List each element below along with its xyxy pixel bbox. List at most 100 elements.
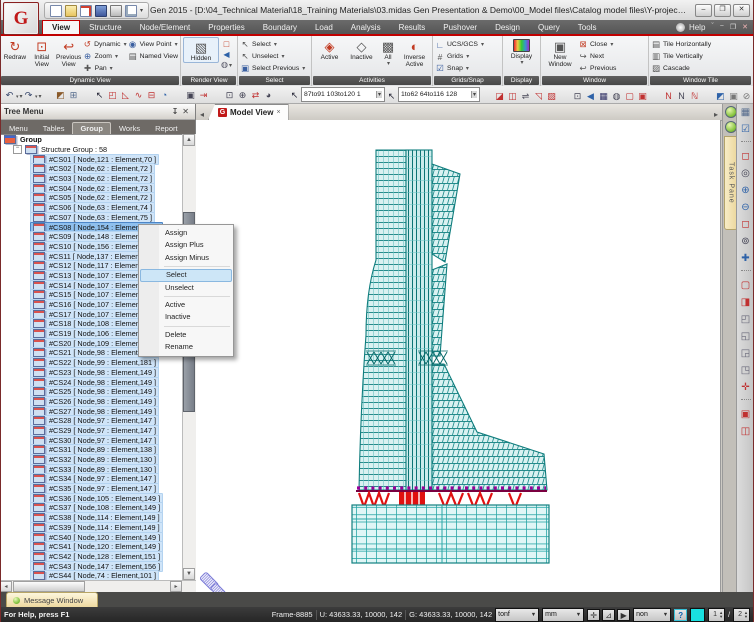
pan-button[interactable]: ✚Pan (83, 63, 127, 74)
ribbon-tab[interactable]: Pushover (434, 20, 486, 34)
render-icon[interactable]: ◍ (610, 90, 623, 103)
find-icon[interactable]: ⊚ (739, 235, 753, 249)
tab-close-icon[interactable]: × (276, 109, 280, 116)
length-unit-select[interactable]: mm▼ (542, 608, 584, 622)
pin-icon[interactable]: ↧ (170, 107, 181, 116)
context-menu-item[interactable]: Active (140, 299, 232, 311)
tile-vertically-button[interactable]: ▥Tile Vertically (651, 51, 711, 62)
tab-nav-left-icon[interactable]: ◂ (196, 110, 208, 120)
tab-nav-right-icon[interactable]: ▸ (710, 110, 722, 120)
ribbon-tab[interactable]: Structure (80, 20, 130, 34)
tree-item[interactable]: #CS29 [ Node,97 : Element,147 ] (0, 426, 182, 436)
hscroll-thumb[interactable] (13, 581, 85, 592)
activate-swap-icon[interactable]: ⇌ (519, 90, 532, 103)
zoom-in-icon[interactable]: ⊕ (739, 184, 753, 198)
tree-item[interactable]: #CS42 [ Node,128 : Element,151 ] (0, 552, 182, 562)
guide-icon[interactable]: ▣ (727, 90, 740, 103)
select-prev-icon[interactable]: ◕ (262, 89, 275, 102)
new-window-icon[interactable]: ▣ (739, 408, 753, 422)
element-number-icon[interactable]: N (675, 90, 688, 103)
initial-view-button[interactable]: ⊡ Initial View (29, 37, 55, 69)
scroll-left-icon[interactable]: ◂ (0, 581, 12, 592)
select-polygon-icon[interactable]: ◺ (119, 89, 132, 102)
iso-view-1-icon[interactable]: ◰ (739, 313, 753, 327)
works-tree-icon[interactable]: ⊞ (67, 89, 80, 102)
qat-dropdown-icon[interactable]: ▾ (140, 7, 143, 14)
display-button[interactable]: Display (505, 37, 538, 67)
select-window-icon[interactable]: ◰ (106, 89, 119, 102)
mdi-close-icon[interactable]: ✕ (740, 23, 750, 31)
select-recent-icon[interactable]: ⇥ (197, 89, 210, 102)
select-inverse-icon[interactable]: ⇄ (249, 89, 262, 102)
select-identity-icon[interactable]: ▣ (184, 89, 197, 102)
context-menu-item[interactable]: Assign (140, 227, 232, 239)
scroll-down-icon[interactable]: ▼ (183, 568, 195, 580)
select-plane-icon[interactable]: ⊟ (145, 89, 158, 102)
tree-item[interactable]: #CS32 [ Node,89 : Element,130 ] (0, 455, 182, 465)
shrink-icon[interactable]: ◀ (584, 90, 597, 103)
print-preview-icon[interactable] (125, 5, 137, 17)
pan-icon[interactable]: ✚ (739, 252, 753, 266)
open-file-icon[interactable] (65, 5, 77, 17)
select-add-icon[interactable]: ⊕ (236, 89, 249, 102)
inactive-button[interactable]: ◇Inactive (346, 37, 377, 61)
ribbon-tab[interactable]: Properties (199, 20, 253, 34)
run-icon[interactable]: ▶ (617, 609, 630, 621)
ucs-plane-icon[interactable]: ⊿ (602, 609, 615, 621)
new-file-icon[interactable] (50, 5, 62, 17)
close-button[interactable]: ✕ (733, 4, 750, 17)
rotate-view-icon[interactable]: ✛ (739, 381, 753, 395)
fast-query-icon[interactable]: ◩ (714, 90, 727, 103)
context-menu-item[interactable] (164, 266, 230, 267)
scroll-up-icon[interactable]: ▲ (183, 134, 195, 146)
ribbon-tab[interactable]: Analysis (342, 20, 390, 34)
tree-item[interactable]: #CS35 [ Node,97 : Element,147 ] (0, 484, 182, 494)
query-button[interactable]: ? (674, 609, 687, 621)
activate-window-icon[interactable]: ◹ (532, 90, 545, 103)
ribbon-tab[interactable]: Results (390, 20, 435, 34)
all-button[interactable]: ▩All (378, 37, 398, 68)
help-dropdown-icon[interactable]: ˇ (709, 23, 715, 31)
new-window-button[interactable]: ▣New Window (543, 37, 577, 69)
ucs-move-icon[interactable]: ✛ (587, 609, 600, 621)
collapse-icon[interactable]: − (13, 145, 22, 154)
snap-mode-select[interactable]: non▼ (633, 608, 671, 622)
dynamic-button[interactable]: ↺Dynamic (83, 39, 127, 50)
snap-check-icon[interactable]: ☑ (739, 123, 753, 137)
tree-root[interactable]: Group (0, 135, 182, 145)
redraw-button[interactable]: ↻ Redraw (2, 37, 28, 61)
tile-horizontally-button[interactable]: ▤Tile Horizontally (651, 39, 711, 50)
model-view-tab[interactable]: G Model View × (208, 104, 289, 120)
display-node-icon[interactable]: ▢ (623, 90, 636, 103)
ribbon-tab[interactable]: View (42, 20, 80, 34)
context-menu-item[interactable]: Inactive (140, 311, 232, 323)
named-view-button[interactable]: ▤Named View (128, 51, 178, 62)
group-tree-icon[interactable]: ◩ (54, 89, 67, 102)
inverse-active-button[interactable]: ◐Inverse Active (399, 37, 430, 69)
zoom-window-icon[interactable]: ◻ (739, 150, 753, 164)
previous-window-button[interactable]: ↩Previous (578, 63, 636, 74)
cascade-button[interactable]: ▨Cascade (651, 63, 711, 74)
number-option-icon[interactable]: ℕ (688, 90, 701, 103)
select-button[interactable]: ↖Select (240, 39, 305, 50)
ribbon-tab[interactable]: Query (529, 20, 569, 34)
context-menu-item[interactable] (164, 326, 230, 327)
iso-view-2-icon[interactable]: ◱ (739, 330, 753, 344)
named-selection-combo-2[interactable]: 1to62 64to116 128▾ (398, 87, 480, 102)
render-option-icon[interactable]: □ (224, 39, 229, 49)
render-globe-icon[interactable]: ◍ (221, 60, 232, 69)
close-panel-icon[interactable]: ✕ (180, 107, 191, 116)
zoom-fit-icon[interactable]: ⊡ (571, 90, 584, 103)
named-selection-combo-1[interactable]: 87to91 103to120 1▾ (301, 87, 385, 102)
tree-vertical-scrollbar[interactable]: ▲ ▼ (182, 134, 196, 580)
view-point-button[interactable]: ◉View Point (128, 39, 178, 50)
ribbon-tab[interactable]: Boundary (254, 20, 306, 34)
iso-view-3-icon[interactable]: ◲ (739, 347, 753, 361)
unselect-button[interactable]: ↖Unselect (240, 51, 305, 62)
lock-icon[interactable]: ⊘ (740, 90, 753, 103)
tree-structure-group[interactable]: − Structure Group : 58 (0, 145, 182, 155)
context-menu-item[interactable]: Assign Minus (140, 252, 232, 264)
ribbon-tab[interactable]: Load (306, 20, 342, 34)
minimize-button[interactable]: – (695, 4, 712, 17)
select-previous-button[interactable]: ▣Select Previous (240, 63, 305, 74)
